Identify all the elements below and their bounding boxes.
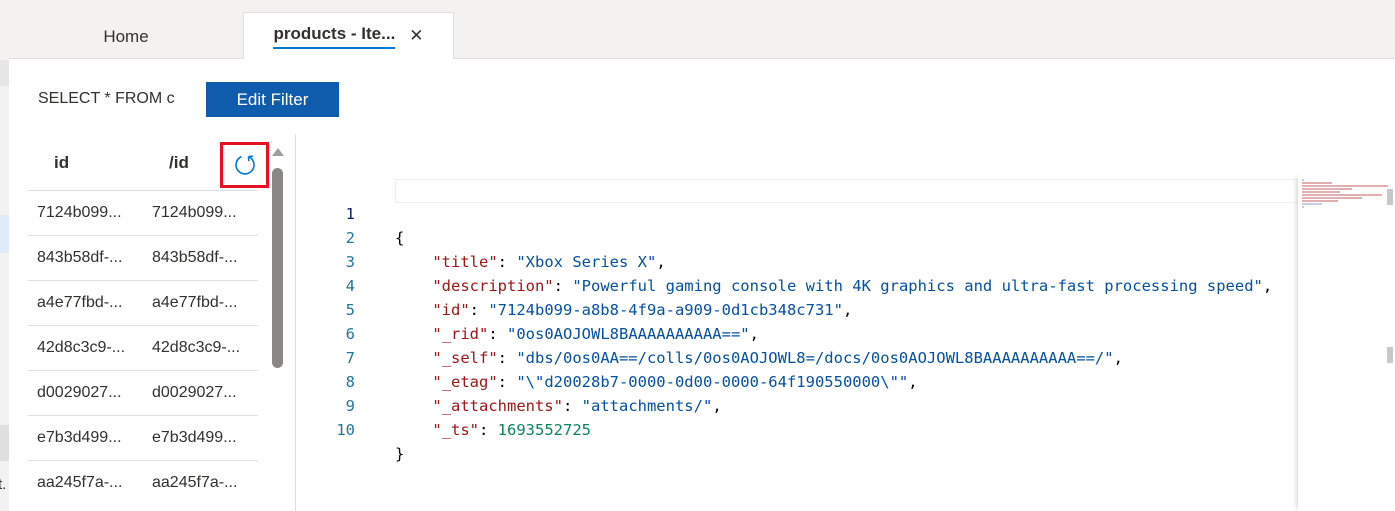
list-scrollbar[interactable]: [269, 144, 285, 511]
code-line[interactable]: 3 "description": "Powerful gaming consol…: [297, 226, 1297, 295]
row-partition-key: a4e77fbd-...: [152, 294, 238, 311]
code-line[interactable]: 9 "_ts": 1693552725: [297, 370, 1297, 439]
row-id: 843b58df-...: [37, 249, 123, 266]
minimap-line: [1302, 182, 1332, 184]
line-number: 10: [336, 421, 355, 439]
overview-ruler-marker: [1387, 189, 1393, 205]
documents-list-panel: id /id 7124b099... 7124b099... 843b58df-.…: [9, 134, 296, 511]
code-text: "_ts": 1693552725: [432, 421, 591, 439]
edit-filter-button[interactable]: Edit Filter: [206, 82, 339, 117]
json-number: 1693552725: [497, 421, 591, 439]
code-line[interactable]: 2 "title": "Xbox Series X",: [297, 202, 1297, 271]
row-partition-key: e7b3d499...: [152, 429, 237, 446]
tab-products-items[interactable]: products - Ite... ✕: [243, 12, 454, 59]
row-partition-key: aa245f7a-...: [152, 474, 238, 491]
row-id: a4e77fbd-...: [37, 294, 123, 311]
code-text: }: [395, 442, 404, 466]
code-line[interactable]: 7 "_etag": "\"d20028b7-0000-0d00-0000-64…: [297, 322, 1297, 391]
minimap-line: [1302, 203, 1322, 205]
minimap-line: [1302, 194, 1382, 196]
table-row[interactable]: aa245f7a-... aa245f7a-...: [28, 460, 258, 505]
row-partition-key: 843b58df-...: [152, 249, 238, 266]
code-line[interactable]: 8 "_attachments": "attachments/",: [297, 346, 1297, 415]
query-text: SELECT * FROM c: [38, 90, 175, 107]
documents-list: 7124b099... 7124b099... 843b58df-... 843b5…: [28, 190, 258, 505]
refresh-button[interactable]: [220, 142, 269, 188]
left-nav-text-fragment: t.: [0, 476, 7, 493]
row-id: e7b3d499...: [37, 429, 122, 446]
scroll-up-arrow-icon[interactable]: [272, 148, 284, 156]
table-row[interactable]: 7124b099... 7124b099...: [28, 190, 258, 235]
code-line[interactable]: 10 }: [297, 394, 1297, 463]
left-nav-strip: t.: [0, 0, 9, 511]
table-row[interactable]: a4e77fbd-... a4e77fbd-...: [28, 280, 258, 325]
editor-minimap[interactable]: [1298, 174, 1395, 511]
left-nav-item[interactable]: [0, 425, 9, 461]
left-nav-item[interactable]: [0, 60, 9, 86]
table-row[interactable]: d0029027... d0029027...: [28, 370, 258, 415]
minimap-line: [1302, 200, 1338, 202]
table-row[interactable]: 843b58df-... 843b58df-...: [28, 235, 258, 280]
refresh-icon: [234, 155, 255, 175]
code-line[interactable]: 6 "_self": "dbs/0os0AA==/colls/0os0AOJOW…: [297, 298, 1297, 367]
close-icon[interactable]: ✕: [409, 26, 423, 46]
minimap-line: [1302, 185, 1388, 187]
column-header-partition-key[interactable]: /id: [169, 153, 189, 173]
code-line[interactable]: 4 "id": "7124b099-a8b8-4f9a-a909-0d1cb34…: [297, 250, 1297, 319]
minimap-line: [1302, 197, 1362, 199]
row-id: 7124b099...: [37, 204, 122, 221]
row-partition-key: 7124b099...: [152, 204, 237, 221]
row-partition-key: d0029027...: [152, 384, 237, 401]
tab-home[interactable]: Home: [9, 12, 243, 58]
minimap-line: [1302, 191, 1340, 193]
row-partition-key: 42d8c3c9-...: [152, 339, 241, 356]
column-header-id[interactable]: id: [54, 153, 69, 173]
table-row[interactable]: 42d8c3c9-... 42d8c3c9-...: [28, 325, 258, 370]
scrollbar-thumb[interactable]: [272, 168, 283, 368]
table-row[interactable]: e7b3d499... e7b3d499...: [28, 415, 258, 460]
code-line[interactable]: 1 {: [297, 178, 1297, 247]
tab-products-label: products - Ite...: [273, 24, 396, 49]
row-id: aa245f7a-...: [37, 474, 123, 491]
tab-home-label: Home: [103, 27, 149, 46]
minimap-line: [1302, 188, 1352, 190]
code-line[interactable]: 5 "_rid": "0os0AOJOWL8BAAAAAAAAAA==",: [297, 274, 1297, 343]
row-id: d0029027...: [37, 384, 122, 401]
json-editor[interactable]: 1 { 2 "title": "Xbox Series X", 3 "descr…: [297, 134, 1395, 511]
tab-bar: Home products - Ite... ✕: [9, 0, 1395, 59]
overview-ruler-marker: [1387, 347, 1393, 363]
left-nav-item-selected[interactable]: [0, 215, 9, 253]
minimap-line: [1302, 206, 1304, 208]
json-key: "_ts": [432, 421, 479, 439]
brace-close: }: [395, 445, 405, 463]
minimap-line: [1302, 179, 1304, 181]
row-id: 42d8c3c9-...: [37, 339, 126, 356]
